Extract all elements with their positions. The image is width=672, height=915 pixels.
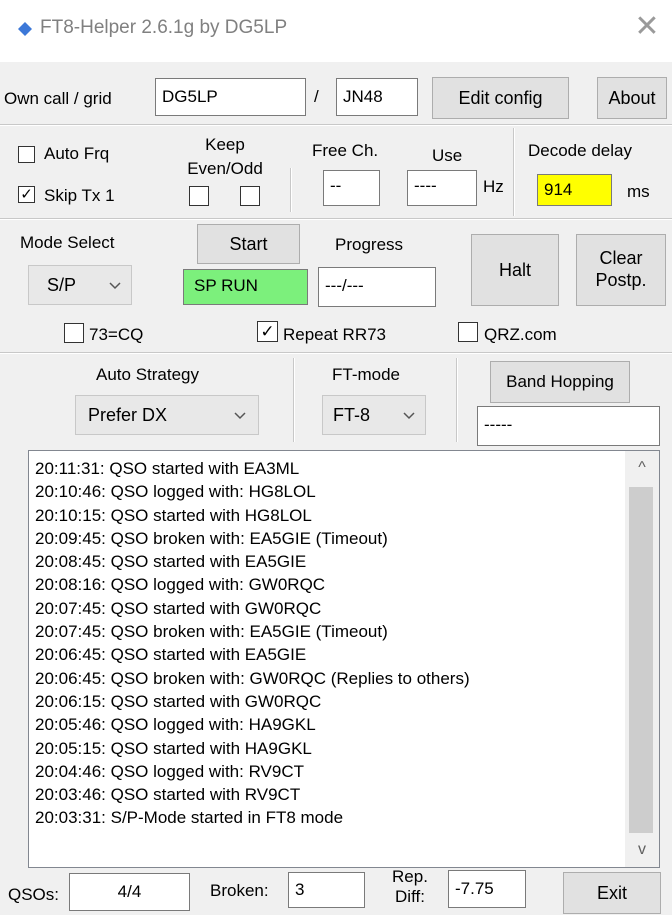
ms-label: ms — [627, 182, 650, 201]
log-entry[interactable]: 20:07:45: QSO broken with: EA5GIE (Timeo… — [35, 620, 625, 643]
auto-strategy-label: Auto Strategy — [96, 365, 200, 384]
log-entry[interactable]: 20:08:16: QSO logged with: GW0RQC — [35, 573, 625, 596]
log-entry[interactable]: 20:05:15: QSO started with HA9GKL — [35, 737, 625, 760]
about-button[interactable]: About — [597, 77, 667, 119]
use-field: ---- — [407, 170, 477, 206]
qrz-label: QRZ.com — [484, 325, 557, 344]
log-entry[interactable]: 20:06:15: QSO started with GW0RQC — [35, 690, 625, 713]
divider — [513, 128, 515, 216]
repeat-rr73-label: Repeat RR73 — [283, 325, 387, 344]
log-entry[interactable]: 20:09:45: QSO broken with: EA5GIE (Timeo… — [35, 527, 625, 550]
log-entry[interactable]: 20:10:46: QSO logged with: HG8LOL — [35, 480, 625, 503]
decode-delay-label: Decode delay — [528, 141, 632, 160]
scroll-thumb[interactable] — [629, 487, 653, 833]
window-title: FT8-Helper 2.6.1g by DG5LP — [40, 17, 288, 38]
mode-select-dropdown[interactable]: S/P — [28, 265, 132, 305]
chevron-down-icon — [234, 412, 246, 420]
auto-strategy-value: Prefer DX — [88, 405, 168, 425]
rep-diff-label: Rep. Diff: — [380, 867, 440, 907]
close-icon[interactable]: ✕ — [630, 10, 664, 44]
log-lines: 20:11:31: QSO started with EA3ML 20:10:46… — [35, 457, 625, 830]
scroll-down-icon[interactable]: v — [625, 835, 659, 865]
keep-even-checkbox[interactable] — [189, 186, 209, 206]
broken-label: Broken: — [210, 881, 269, 900]
log-entry[interactable]: 20:03:31: S/P-Mode started in FT8 mode — [35, 806, 625, 829]
log-entry[interactable]: 20:06:45: QSO started with EA5GIE — [35, 643, 625, 666]
own-call-label: Own call / grid — [4, 89, 112, 108]
free-ch-field: -- — [323, 170, 380, 206]
ft-mode-value: FT-8 — [333, 405, 371, 425]
status-field: SP RUN — [183, 269, 308, 305]
mode-select-label: Mode Select — [20, 233, 115, 252]
chevron-down-icon — [109, 282, 121, 290]
log-entry[interactable]: 20:03:46: QSO started with RV9CT — [35, 783, 625, 806]
separator-slash: / — [314, 87, 319, 106]
clear-postp-button[interactable]: Clear Postp. — [576, 234, 666, 306]
repeat-rr73-checkbox[interactable]: ✓ — [257, 321, 278, 342]
title-bar[interactable]: FT8-Helper 2.6.1g by DG5LP ✕ — [0, 0, 672, 62]
keep-label: Keep — [205, 135, 245, 154]
mode-select-value: S/P — [47, 275, 77, 295]
progress-label: Progress — [335, 235, 404, 254]
cq73-label: 73=CQ — [89, 325, 144, 344]
qsos-field: 4/4 — [69, 873, 190, 911]
clear-postp-label-line1: Clear — [599, 248, 643, 268]
band-hopping-button[interactable]: Band Hopping — [490, 361, 630, 403]
log-scrollbar[interactable]: ^ v — [625, 451, 659, 867]
auto-frq-checkbox[interactable] — [18, 146, 35, 163]
edit-config-button[interactable]: Edit config — [432, 77, 569, 119]
log-entry[interactable]: 20:11:31: QSO started with EA3ML — [35, 457, 625, 480]
band-field: ----- — [477, 406, 660, 446]
log-entry[interactable]: 20:07:45: QSO started with GW0RQC — [35, 597, 625, 620]
broken-field: 3 — [288, 872, 365, 908]
decode-delay-input[interactable]: 914 — [537, 174, 612, 206]
chevron-down-icon — [403, 412, 415, 420]
log-entry[interactable]: 20:06:45: QSO broken with: GW0RQC (Repli… — [35, 667, 625, 690]
diamond-icon — [18, 22, 32, 36]
hz-label: Hz — [483, 177, 504, 196]
log-entry[interactable]: 20:08:45: QSO started with EA5GIE — [35, 550, 625, 573]
ft-mode-dropdown[interactable]: FT-8 — [322, 395, 426, 435]
rep-diff-label-line1: Rep. — [392, 867, 428, 886]
skip-tx1-checkbox[interactable]: ✓ — [18, 186, 35, 203]
start-button[interactable]: Start — [197, 224, 300, 264]
grid-input[interactable]: JN48 — [336, 78, 418, 116]
qsos-label: QSOs: — [8, 885, 60, 904]
log-entry[interactable]: 20:05:46: QSO logged with: HA9GKL — [35, 713, 625, 736]
divider — [456, 358, 458, 442]
log-entry[interactable]: 20:04:46: QSO logged with: RV9CT — [35, 760, 625, 783]
keep-odd-checkbox[interactable] — [240, 186, 260, 206]
divider — [0, 124, 672, 126]
clear-postp-label-line2: Postp. — [595, 270, 647, 290]
ft-mode-label: FT-mode — [332, 365, 401, 384]
divider — [290, 168, 292, 212]
rep-diff-field: -7.75 — [448, 870, 526, 908]
skip-tx1-label: Skip Tx 1 — [44, 186, 115, 205]
qrz-checkbox[interactable] — [458, 322, 478, 342]
even-odd-label: Even/Odd — [187, 159, 263, 178]
free-ch-label: Free Ch. — [312, 141, 379, 160]
divider — [0, 352, 672, 354]
log-list[interactable]: 20:11:31: QSO started with EA3ML 20:10:46… — [28, 450, 660, 868]
log-entry[interactable]: 20:10:15: QSO started with HG8LOL — [35, 504, 625, 527]
halt-button[interactable]: Halt — [471, 234, 559, 306]
rep-diff-label-line2: Diff: — [395, 887, 425, 906]
auto-frq-label: Auto Frq — [44, 144, 110, 163]
exit-button[interactable]: Exit — [563, 872, 661, 914]
divider — [0, 218, 672, 220]
divider — [293, 358, 295, 442]
use-label: Use — [432, 146, 463, 165]
auto-strategy-dropdown[interactable]: Prefer DX — [75, 395, 259, 435]
cq73-checkbox[interactable] — [64, 323, 84, 343]
progress-field: ---/--- — [318, 267, 436, 307]
callsign-input[interactable]: DG5LP — [155, 78, 306, 116]
scroll-up-icon[interactable]: ^ — [625, 453, 659, 483]
